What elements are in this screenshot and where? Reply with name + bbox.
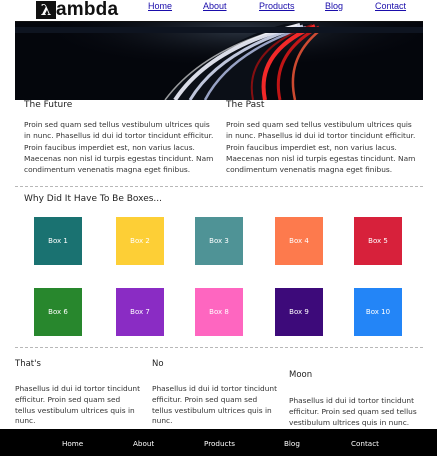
- footer-link-products[interactable]: Products: [204, 439, 235, 448]
- nav-link-contact[interactable]: Contact: [375, 1, 406, 11]
- column-title-future: The Future: [24, 100, 73, 110]
- box-6[interactable]: Box 6: [34, 288, 82, 336]
- box-1[interactable]: Box 1: [34, 217, 82, 265]
- brand-name: ambda: [56, 0, 119, 20]
- section-divider: [15, 347, 423, 348]
- box-label: Box 10: [365, 308, 391, 316]
- bottom-column-title-1: That's: [15, 359, 41, 369]
- lambda-logo-icon: λ: [36, 1, 56, 19]
- box-label: Box 9: [289, 308, 309, 316]
- box-7[interactable]: Box 7: [116, 288, 164, 336]
- box-2[interactable]: Box 2: [116, 217, 164, 265]
- footer-nav: Home About Products Blog Contact: [0, 429, 437, 456]
- box-3[interactable]: Box 3: [195, 217, 243, 265]
- box-label: Box 4: [289, 237, 309, 245]
- nav-link-about[interactable]: About: [203, 1, 227, 11]
- box-label: Box 1: [48, 237, 68, 245]
- column-title-past: The Past: [226, 100, 265, 110]
- nav-link-blog[interactable]: Blog: [325, 1, 343, 11]
- box-8[interactable]: Box 8: [195, 288, 243, 336]
- bottom-column-title-2: No: [152, 359, 164, 369]
- box-label: Box 5: [368, 237, 388, 245]
- brand-logo[interactable]: λ ambda: [36, 0, 119, 20]
- box-10[interactable]: Box 10: [354, 288, 402, 336]
- section-divider: [15, 186, 423, 187]
- box-4[interactable]: Box 4: [275, 217, 323, 265]
- boxes-section-title: Why Did It Have To Be Boxes...: [24, 194, 163, 204]
- box-5[interactable]: Box 5: [354, 217, 402, 265]
- box-label: Box 3: [209, 237, 229, 245]
- box-label: Box 6: [48, 308, 68, 316]
- bottom-column-text-3: Phasellus id dui id tortor tincidunt eff…: [289, 396, 417, 427]
- bottom-column-text-1: Phasellus id dui id tortor tincidunt eff…: [15, 384, 140, 426]
- footer-link-blog[interactable]: Blog: [284, 439, 300, 448]
- box-9[interactable]: Box 9: [275, 288, 323, 336]
- footer-link-about[interactable]: About: [133, 439, 154, 448]
- site-header: λ ambda Home About Products Blog Contact: [0, 0, 437, 22]
- footer-link-contact[interactable]: Contact: [351, 439, 379, 448]
- column-text-past: Proin sed quam sed tellus vestibulum ult…: [226, 120, 416, 175]
- box-label: Box 7: [130, 308, 150, 316]
- nav-link-home[interactable]: Home: [148, 1, 172, 11]
- bottom-column-title-3: Moon: [289, 370, 313, 380]
- footer-link-home[interactable]: Home: [62, 439, 83, 448]
- box-label: Box 8: [209, 308, 229, 316]
- bottom-column-text-2: Phasellus id dui id tortor tincidunt eff…: [152, 384, 277, 426]
- highway-light-trails-image: [15, 22, 423, 100]
- nav-link-products[interactable]: Products: [259, 1, 295, 11]
- column-text-future: Proin sed quam sed tellus vestibulum ult…: [24, 120, 214, 175]
- hero-banner: [15, 22, 423, 100]
- box-label: Box 2: [130, 237, 150, 245]
